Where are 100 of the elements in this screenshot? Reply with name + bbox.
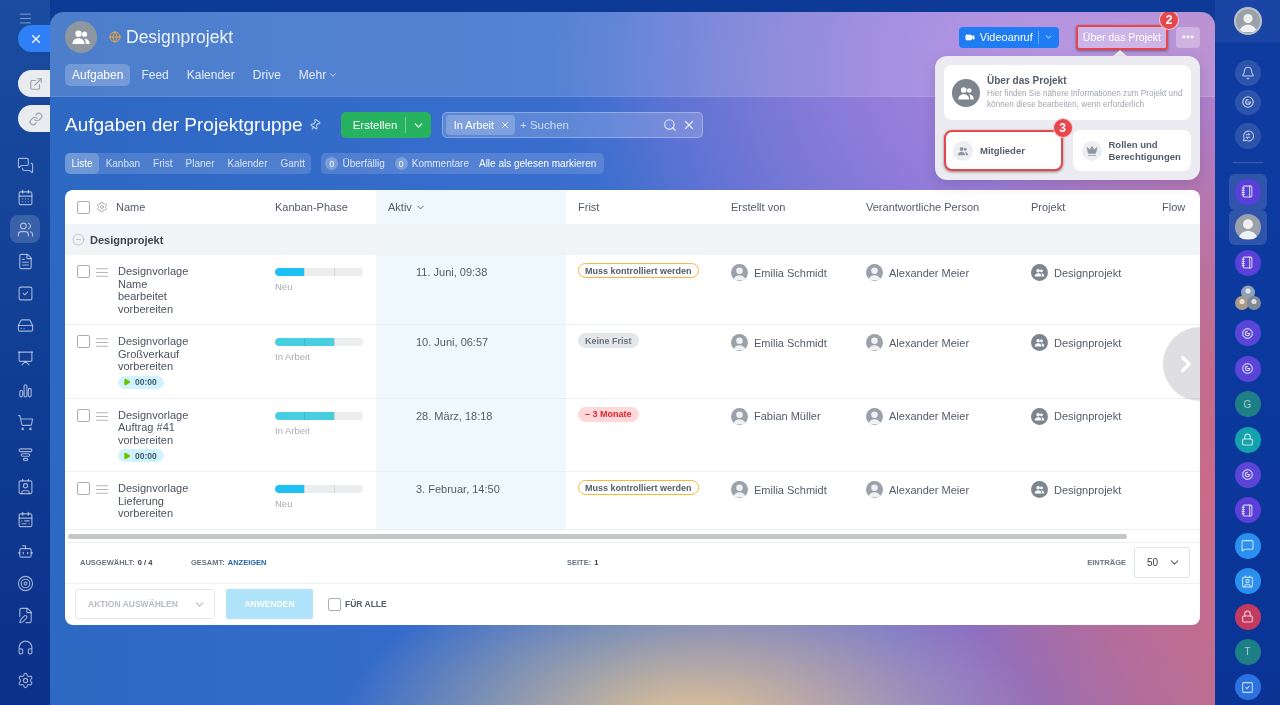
target-icon [16,574,34,592]
calendar-list-icon [16,510,34,528]
settings-icon [96,201,108,213]
column-header[interactable]: Projekt [1019,190,1150,224]
project-title: Designprojekt [126,26,233,48]
stage-label: Neu [275,281,293,292]
open-button[interactable] [18,70,50,97]
external-link-icon [28,76,43,91]
play-icon [123,378,131,386]
menu-button[interactable] [17,12,33,25]
task-name[interactable]: Designvorlage Großverkauf vorbereiten [118,335,194,373]
letter-avatar: G [1234,391,1261,418]
drag-handle-icon[interactable] [96,268,108,277]
person-name[interactable]: Emilia Schmidt [754,336,827,349]
drag-handle-icon[interactable] [96,485,108,494]
chat-item[interactable] [1228,174,1267,210]
user-avatar [731,264,748,281]
video-call-button[interactable]: Videoanruf [958,26,1059,48]
swirl-button[interactable] [1234,89,1261,116]
column-header[interactable]: Verantwortliche Person [854,190,1019,224]
robot-icon [16,542,34,560]
column-header[interactable]: Kanban-Phase [263,190,376,224]
timer-button[interactable]: 00:00 [118,449,164,462]
menu-item[interactable]: Rollen und Berechtigungen [1072,130,1191,171]
user-avatar [866,407,883,425]
sidebar-item[interactable] [10,215,40,244]
deadline-tag: Muss kontrolliert werden [578,480,699,495]
people-icon [65,21,97,53]
bar-chart-icon [16,381,34,399]
drive-icon [16,317,34,335]
checkbox[interactable] [77,482,90,495]
checkbox[interactable] [77,200,90,214]
checkbox-icon [16,285,34,303]
task-name[interactable]: Designvorlage Name bearbeitet vorbereiten [118,265,194,315]
document-pen-icon [16,607,34,625]
more-button[interactable] [1176,26,1200,48]
search-icon [662,118,677,132]
group-title: Designprojekt [90,233,164,246]
chat-switch-button[interactable] [1234,123,1261,150]
person-name[interactable]: Alexander Meier [889,336,970,349]
person-name[interactable]: Alexander Meier [889,266,970,279]
project-name[interactable]: Designprojekt [1054,483,1122,496]
close-button[interactable] [18,25,50,52]
user-avatar[interactable] [1233,6,1262,35]
checkbox[interactable] [77,408,90,422]
column-header[interactable]: Flow [1150,190,1200,224]
column-header[interactable]: Frist [566,190,719,224]
project-name[interactable]: Designprojekt [1054,410,1122,422]
date-cell: 10. Juni, 06:57 [376,325,566,398]
column-header[interactable]: Erstellt von [719,190,854,224]
letter-avatar: T [1234,638,1261,665]
mark-read-link[interactable]: Alle als gelesen markieren [478,158,597,169]
checkbox[interactable] [77,265,90,278]
people-icon [16,220,34,238]
pin-button[interactable] [308,119,321,131]
people-icon [1031,334,1048,351]
drag-handle-icon[interactable] [96,411,108,421]
stage-label: Neu [275,498,293,509]
horizontal-scrollbar[interactable] [68,533,1127,539]
calendar-icon [16,188,34,206]
user-avatar [731,481,748,498]
person-name[interactable]: Alexander Meier [889,483,970,496]
stage-label: In Arbeit [275,424,310,436]
notifications-button[interactable] [1234,59,1261,86]
date-cell: 3. Februar, 14:50 [376,472,566,529]
about-project-item[interactable]: Über das Projekt Hier finden Sie nähere Informationen zum Projekt und können diese bearbeiten, wenn erforderlich [944,65,1191,120]
project-name[interactable]: Designprojekt [1054,336,1122,349]
person-name[interactable]: Emilia Schmidt [754,483,827,496]
user-avatar [866,481,883,498]
crown-icon [1081,140,1102,161]
user-avatar [866,334,883,351]
people-icon [952,78,980,107]
bell-icon [1240,65,1255,80]
person-name[interactable]: Emilia Schmidt [754,266,827,279]
chat-item[interactable] [1228,209,1267,245]
checkbox-label: FÜR ALLE [345,599,387,610]
people-icon [1031,481,1048,498]
document-icon [16,253,34,271]
callout-badge: 2 [1159,12,1179,30]
settings-icon [16,671,34,689]
link-button[interactable] [18,105,50,132]
person-name[interactable]: Fabian Müller [754,410,821,422]
menu-item-description: Hier finden Sie nähere Informationen zum Projekt und können diese bearbeiten, wenn erforderlich [987,89,1183,110]
task-name[interactable]: Designvorlage Lieferung vorbereiten [118,482,194,520]
search-button[interactable] [662,118,677,132]
person-name[interactable]: Alexander Meier [889,410,970,422]
drag-handle-icon[interactable] [96,338,108,347]
project-name[interactable]: Designprojekt [1054,266,1122,279]
page-title: Aufgaben der Projektgruppe [65,114,303,136]
people-icon [1031,264,1048,281]
page-size-select[interactable]: 50 [1134,547,1190,578]
checkbox[interactable] [77,335,90,348]
link-icon [28,111,43,126]
timer-button[interactable]: 00:00 [118,375,164,389]
checkbox[interactable] [328,597,341,611]
column-header[interactable]: Name [108,190,263,224]
deadline-tag: Muss kontrolliert werden [578,263,699,278]
task-name[interactable]: Designvorlage Auftrag #41 vorbereiten [118,408,194,446]
column-header[interactable]: Aktiv [376,190,566,224]
user-avatar [1234,214,1261,241]
